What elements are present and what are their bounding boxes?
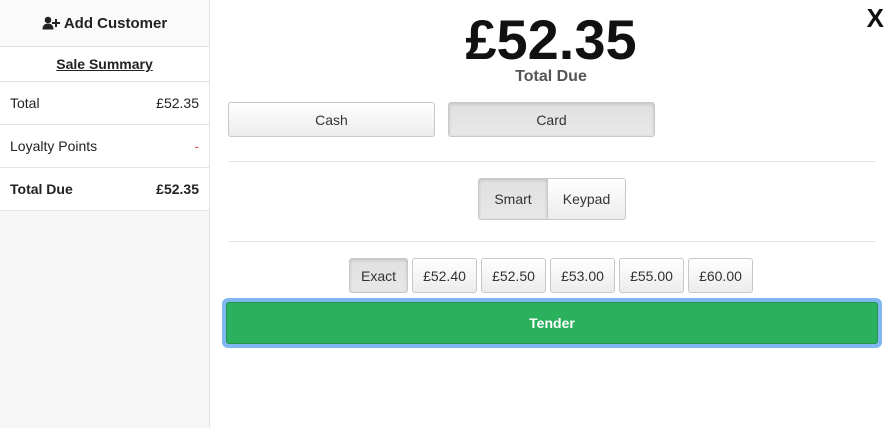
add-customer-button[interactable]: Add Customer [0,0,209,47]
total-due-amount: £52.35 [465,8,637,71]
quick-amount-button[interactable]: £52.40 [412,258,477,293]
keypad-mode-button[interactable]: Keypad [547,178,626,220]
sale-summary-title: Sale Summary [0,47,209,82]
quick-amount-button[interactable]: £52.50 [481,258,546,293]
card-button[interactable]: Card [448,102,655,137]
divider [228,161,876,162]
sidebar: Add Customer Sale Summary Total £52.35 L… [0,0,210,428]
quick-amount-button[interactable]: £60.00 [688,258,753,293]
summary-label: Total [10,95,40,111]
quick-amount-button[interactable]: £53.00 [550,258,615,293]
add-user-icon [42,16,60,30]
divider [228,241,876,242]
tender-button[interactable]: Tender [226,302,878,344]
tender-focus-ring: Tender [222,298,882,348]
add-customer-label: Add Customer [63,14,168,32]
summary-row-total-due: Total Due £52.35 [0,168,209,211]
summary-label: Loyalty Points [10,138,98,154]
payment-panel: X £52.35 Total Due Cash Card Smart Keypa… [210,0,892,428]
total-due-label: Total Due [515,68,587,85]
summary-row-total: Total £52.35 [0,82,209,125]
summary-label: Total Due [10,181,73,197]
summary-value: £52.35 [156,95,199,111]
summary-row-loyalty-points: Loyalty Points - [0,125,209,168]
summary-value: - [194,138,199,154]
smart-mode-button[interactable]: Smart [478,178,548,220]
cash-button[interactable]: Cash [228,102,435,137]
summary-value: £52.35 [156,181,199,197]
quick-amount-exact[interactable]: Exact [349,258,408,293]
quick-amount-button[interactable]: £55.00 [619,258,684,293]
